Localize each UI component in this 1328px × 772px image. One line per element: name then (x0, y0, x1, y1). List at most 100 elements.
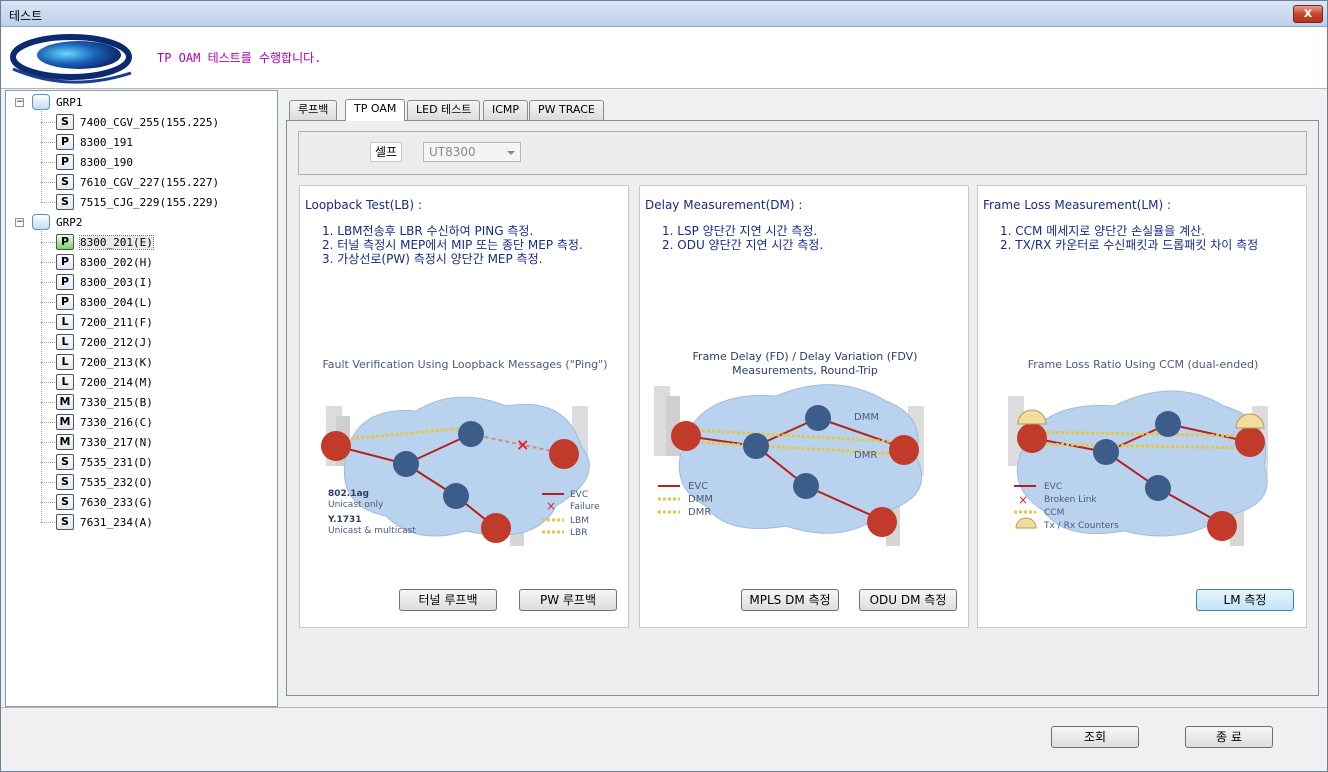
tree-connector (41, 262, 55, 263)
tree-group-label: GRP2 (56, 215, 83, 229)
lm-item: 2. TX/RX 카운터로 수신패킷과 드롭패킷 차이 측정 (1000, 238, 1259, 252)
tree-node[interactable]: P 8300_191 (56, 133, 133, 151)
lm-legend-counters: Tx / Rx Counters (1043, 521, 1119, 531)
company-logo (10, 34, 132, 84)
odu-dm-button[interactable]: ODU DM 측정 (859, 589, 957, 611)
tree-node[interactable]: M 7330_217(N) (56, 433, 153, 451)
tree-group[interactable]: GRP1 (32, 93, 83, 111)
exit-button[interactable]: 종 료 (1185, 726, 1273, 748)
tree-connector (41, 522, 55, 523)
tree-expander-icon[interactable]: − (15, 218, 24, 227)
tunnel-loopback-button[interactable]: 터널 루프백 (399, 589, 497, 611)
tab-pw-trace[interactable]: PW TRACE (529, 100, 604, 120)
tree-node[interactable]: S 7610_CGV_227(155.227) (56, 173, 219, 191)
tree-node-label: 7630_233(G) (80, 495, 153, 509)
device-type-p-icon: P (56, 134, 74, 150)
tree-node[interactable]: P 8300_201(E) (56, 233, 154, 251)
tree-node[interactable]: P 8300_202(H) (56, 253, 153, 271)
tree-node[interactable]: S 7535_231(D) (56, 453, 153, 471)
tree-connector (41, 182, 55, 183)
lm-measure-button[interactable]: LM 측정 (1196, 589, 1294, 611)
svg-text:×: × (516, 435, 529, 454)
pw-loopback-button[interactable]: PW 루프백 (519, 589, 617, 611)
lm-title: Frame Loss Measurement(LM) : (983, 198, 1171, 212)
bottom-separator (1, 707, 1327, 708)
tree-node[interactable]: L 7200_211(F) (56, 313, 153, 331)
device-tree[interactable]: − GRP1 S 7400_CGV_255(155.225) P 8300_191 P 830… (5, 90, 278, 707)
tree-node-label: 7200_213(K) (80, 355, 153, 369)
tree-node[interactable]: S 7630_233(G) (56, 493, 153, 511)
dm-item: 2. ODU 양단간 지연 시간 측정. (662, 238, 824, 252)
title-bar[interactable]: 테스트 x (1, 1, 1327, 27)
tree-node[interactable]: P 8300_190 (56, 153, 133, 171)
tree-connector (41, 109, 42, 202)
tree-connector (41, 422, 55, 423)
tab-led-test[interactable]: LED 테스트 (407, 100, 481, 120)
device-type-s-icon: S (56, 494, 74, 510)
dm-items: 1. LSP 양단간 지연 시간 측정. 2. ODU 양단간 지연 시간 측정… (662, 224, 823, 252)
tree-node-label: 8300_191 (80, 135, 133, 149)
legend-failure: Failure (570, 502, 600, 512)
device-type-s-icon: S (56, 474, 74, 490)
tab-loopback[interactable]: 루프백 (289, 100, 338, 120)
tree-node[interactable]: P 8300_204(L) (56, 293, 153, 311)
lm-legend-ccm: CCM (1044, 508, 1064, 518)
tree-connector (41, 342, 55, 343)
mpls-dm-button[interactable]: MPLS DM 측정 (741, 589, 839, 611)
device-type-s-icon: S (56, 514, 74, 530)
tree-connector (41, 322, 55, 323)
device-type-p-icon: P (56, 154, 74, 170)
loopback-title: Loopback Test(LB) : (305, 198, 422, 212)
dm-diagram-title-1: Frame Delay (FD) / Delay Variation (FDV) (693, 350, 918, 363)
close-button[interactable]: x (1293, 5, 1323, 23)
tree-node[interactable]: L 7200_212(J) (56, 333, 153, 351)
tree-node-label: 8300_203(I) (80, 275, 153, 289)
tree-node[interactable]: S 7400_CGV_255(155.225) (56, 113, 219, 131)
tree-expander-icon[interactable]: − (15, 98, 24, 107)
tree-connector (41, 202, 55, 203)
dm-title: Delay Measurement(DM) : (645, 198, 803, 212)
tree-node[interactable]: M 7330_216(C) (56, 413, 153, 431)
dm-label-dmr: DMR (854, 450, 877, 461)
legend-evc: EVC (570, 490, 588, 500)
svg-text:×: × (1018, 493, 1028, 507)
device-type-s-icon: S (56, 454, 74, 470)
tree-node[interactable]: L 7200_213(K) (56, 353, 153, 371)
tree-connector (41, 229, 42, 522)
dm-label-dmm: DMM (854, 412, 879, 423)
tree-node-label: 8300_190 (80, 155, 133, 169)
loopback-card: Loopback Test(LB) : 1. LBM전송후 LBR 수신하여 P… (299, 185, 629, 628)
device-type-l-icon: L (56, 314, 74, 330)
device-type-m-icon: M (56, 434, 74, 450)
tree-connector (41, 122, 55, 123)
self-label: 셀프 (370, 142, 403, 162)
self-device-select[interactable]: UT8300 (423, 142, 521, 162)
dm-legend-evc: EVC (688, 481, 708, 492)
tree-connector (41, 482, 55, 483)
device-type-p-icon: P (56, 254, 74, 270)
query-button[interactable]: 조회 (1051, 726, 1139, 748)
tree-node[interactable]: L 7200_214(M) (56, 373, 153, 391)
device-type-m-icon: M (56, 414, 74, 430)
tab-icmp[interactable]: ICMP (483, 100, 529, 120)
tree-node-label: 7330_215(B) (80, 395, 153, 409)
header-message: TP OAM 테스트를 수행합니다. (157, 51, 322, 65)
tree-node-label: 7515_CJG_229(155.229) (80, 195, 220, 209)
tree-connector (41, 382, 55, 383)
device-type-p-icon: P (56, 294, 74, 310)
tree-node[interactable]: S 7535_232(O) (56, 473, 153, 491)
tree-node[interactable]: P 8300_203(I) (56, 273, 153, 291)
tree-node[interactable]: S 7631_234(A) (56, 513, 153, 531)
tree-group[interactable]: GRP2 (32, 213, 83, 231)
lm-diagram-title: Frame Loss Ratio Using CCM (dual-ended) (1028, 358, 1259, 371)
dm-diagram: Frame Delay (FD) / Delay Variation (FDV)… (654, 350, 924, 546)
tree-connector (41, 502, 55, 503)
tree-node[interactable]: M 7330_215(B) (56, 393, 153, 411)
tree-node[interactable]: S 7515_CJG_229(155.229) (56, 193, 219, 211)
self-select-value: UT8300 (429, 145, 476, 159)
tree-connector (41, 302, 55, 303)
tab-tp-oam[interactable]: TP OAM (345, 99, 406, 121)
tp-oam-panel: 셀프 UT8300 Loopback Test(LB) : 1. LBM전송후 … (286, 120, 1319, 696)
loopback-diagram: Fault Verification Using Loopback Messag… (321, 358, 608, 546)
lm-items: 1. CCM 메세지로 양단간 손실율을 계산. 2. TX/RX 카운터로 수… (1000, 224, 1258, 252)
